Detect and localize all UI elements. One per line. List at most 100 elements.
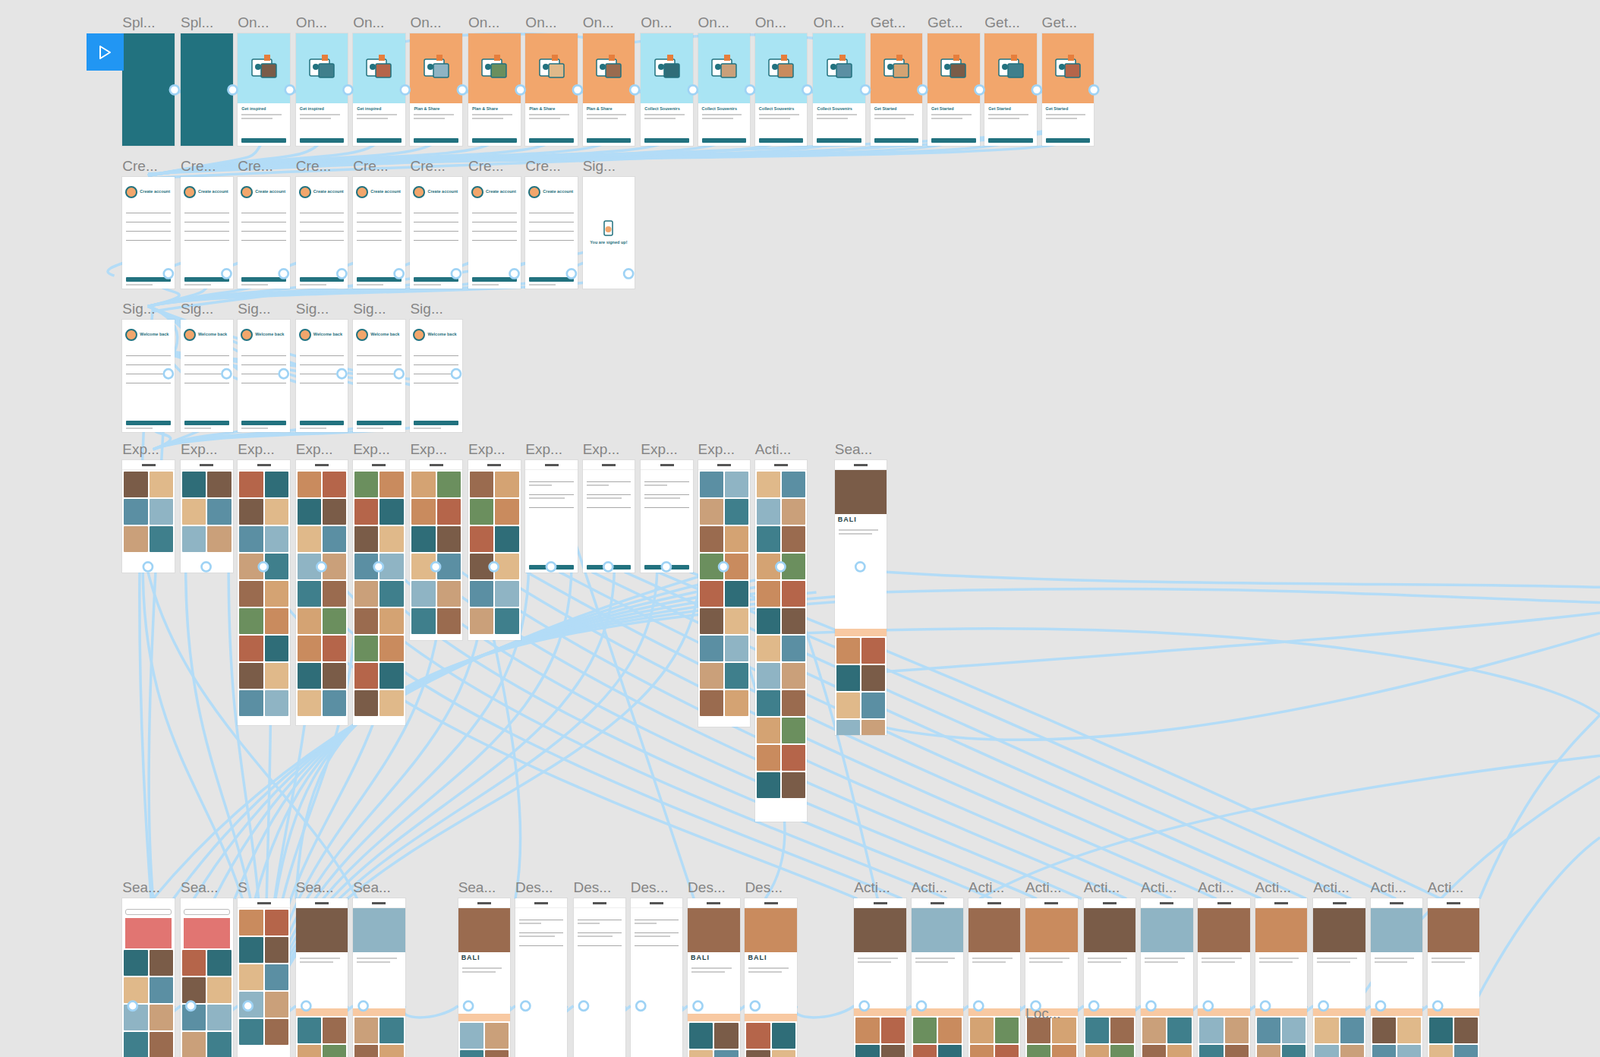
hotspot-dot[interactable] (520, 1001, 530, 1011)
connection-line[interactable] (148, 141, 724, 177)
photo[interactable] (322, 689, 347, 716)
connection-line[interactable] (148, 141, 436, 177)
input-field[interactable] (356, 350, 402, 356)
screen-frame[interactable] (525, 459, 578, 573)
frame-label[interactable]: Cre... (409, 157, 445, 175)
input-field[interactable] (184, 207, 230, 214)
photo[interactable] (379, 525, 404, 552)
hotspot-dot[interactable] (566, 268, 577, 278)
photo[interactable] (1340, 1044, 1364, 1057)
connection-line[interactable] (403, 1005, 458, 1018)
photo[interactable] (469, 607, 494, 634)
next-button[interactable] (472, 138, 517, 143)
photo[interactable] (756, 689, 781, 716)
photo[interactable] (689, 1049, 713, 1057)
next-button[interactable] (702, 138, 747, 143)
input-field[interactable] (241, 226, 287, 232)
screen-frame[interactable] (573, 897, 627, 1057)
hotspot-dot[interactable] (337, 368, 347, 378)
photo[interactable] (699, 498, 724, 525)
screen-frame[interactable] (640, 459, 693, 573)
input-field[interactable] (472, 207, 517, 214)
connection-line[interactable] (233, 87, 239, 92)
photo[interactable] (469, 580, 494, 607)
photo[interactable] (264, 525, 289, 552)
screen-frame[interactable]: Create account (296, 176, 349, 290)
photo[interactable] (756, 498, 781, 525)
frame-label[interactable]: Acti... (1083, 878, 1121, 896)
photo[interactable] (437, 607, 461, 634)
screen-frame[interactable]: Create account (180, 176, 234, 290)
input-field[interactable] (356, 217, 402, 223)
screen-frame[interactable] (1197, 897, 1251, 1057)
connection-line[interactable] (396, 571, 1037, 898)
photo[interactable] (781, 662, 806, 689)
next-button[interactable] (988, 138, 1034, 143)
frame-label[interactable]: On... (525, 14, 557, 32)
photo[interactable] (781, 744, 806, 771)
screen-frame[interactable] (180, 897, 234, 1057)
connection-line[interactable] (657, 571, 1396, 898)
photo[interactable] (239, 909, 263, 936)
photo[interactable] (239, 991, 263, 1018)
photo[interactable] (494, 471, 519, 498)
hotspot-dot[interactable] (661, 561, 671, 571)
input-field[interactable] (356, 207, 402, 214)
frame-label[interactable]: Spl... (180, 14, 214, 32)
photo[interactable] (264, 498, 289, 525)
photo[interactable] (995, 1044, 1019, 1057)
photo[interactable] (354, 1017, 378, 1043)
photo[interactable] (699, 553, 724, 580)
hotspot-dot[interactable] (623, 268, 634, 278)
photo[interactable] (354, 662, 378, 689)
input-field[interactable] (241, 217, 287, 223)
apply-button[interactable] (644, 564, 690, 570)
photo[interactable] (781, 471, 806, 498)
connection-line[interactable] (577, 87, 583, 92)
photo[interactable] (264, 471, 289, 498)
photo[interactable] (322, 1044, 347, 1057)
photo[interactable] (781, 635, 806, 662)
photo[interactable] (182, 949, 206, 976)
map[interactable] (183, 917, 230, 949)
hotspot-dot[interactable] (750, 1001, 760, 1011)
photo[interactable] (149, 1004, 174, 1030)
photo[interactable] (239, 553, 263, 580)
photo[interactable] (297, 580, 322, 607)
photo[interactable] (379, 580, 404, 607)
connection-line[interactable] (228, 566, 264, 1057)
input-field[interactable] (125, 368, 171, 375)
frame-label[interactable]: Acti... (755, 440, 792, 458)
connection-line[interactable] (462, 87, 469, 92)
frame-label[interactable]: On... (352, 14, 385, 32)
hotspot-dot[interactable] (859, 1001, 870, 1011)
photo[interactable] (781, 498, 806, 525)
photo[interactable] (149, 498, 174, 525)
connection-line[interactable] (634, 87, 641, 92)
photo[interactable] (1085, 1044, 1109, 1057)
photo[interactable] (459, 1049, 484, 1057)
screen-frame[interactable] (180, 33, 234, 146)
photo[interactable] (485, 1022, 509, 1049)
input-field[interactable] (413, 359, 459, 366)
photo[interactable] (264, 662, 289, 689)
photo[interactable] (459, 1022, 484, 1049)
photo[interactable] (182, 525, 206, 552)
connection-line[interactable] (255, 592, 816, 898)
photo[interactable] (756, 717, 781, 744)
connection-line[interactable] (494, 571, 1172, 898)
screen-frame[interactable] (352, 459, 406, 725)
photo[interactable] (756, 607, 781, 634)
photo[interactable] (1314, 1017, 1339, 1043)
screen-frame[interactable]: Collect Souvenirs (640, 33, 693, 146)
hotspot-dot[interactable] (693, 1001, 703, 1011)
hotspot-dot[interactable] (285, 85, 295, 95)
submit-button[interactable] (241, 420, 287, 426)
screen-frame[interactable] (296, 459, 349, 725)
input-field[interactable] (356, 368, 402, 375)
input-field[interactable] (644, 476, 690, 482)
photo[interactable] (1454, 1044, 1478, 1057)
connection-line[interactable] (148, 141, 552, 177)
photo[interactable] (149, 471, 174, 498)
photo[interactable] (469, 498, 494, 525)
